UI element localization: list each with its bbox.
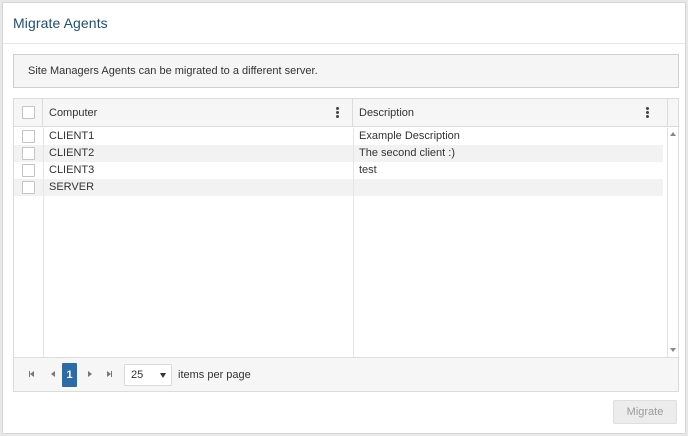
column-header-computer-label: Computer xyxy=(49,107,98,119)
row-checkbox[interactable] xyxy=(22,147,35,160)
migrate-button[interactable]: Migrate xyxy=(613,400,677,424)
page-number-current[interactable]: 1 xyxy=(62,363,77,387)
cell-description: Example Description xyxy=(359,130,460,142)
cell-computer: CLIENT1 xyxy=(49,130,95,142)
column-header-description[interactable]: Description xyxy=(353,99,667,127)
column-divider xyxy=(353,128,354,357)
grid-header: Computer Description xyxy=(14,99,678,127)
page-size-value: 25 xyxy=(131,369,144,381)
pager: 1 25 items per page xyxy=(14,357,678,391)
column-divider xyxy=(43,128,44,357)
scroll-up-icon[interactable] xyxy=(670,132,676,136)
dialog-title: Migrate Agents xyxy=(13,15,108,31)
row-checkbox[interactable] xyxy=(22,164,35,177)
cell-description xyxy=(359,179,659,196)
previous-page-icon[interactable] xyxy=(47,368,61,382)
cell-description: The second client :) xyxy=(359,147,455,159)
agents-grid: Computer Description CLIENT1 Example Des… xyxy=(13,98,679,392)
scroll-down-icon[interactable] xyxy=(670,348,676,352)
header-scroll-spacer xyxy=(667,99,678,127)
first-page-icon[interactable] xyxy=(26,368,40,382)
vertical-scrollbar[interactable] xyxy=(667,128,678,357)
migrate-agents-dialog: Migrate Agents Site Managers Agents can … xyxy=(2,2,686,434)
table-row[interactable]: CLIENT1 Example Description xyxy=(14,128,663,145)
column-header-description-label: Description xyxy=(359,107,415,119)
info-message: Site Managers Agents can be migrated to … xyxy=(13,54,679,88)
cell-computer: CLIENT2 xyxy=(49,147,95,159)
row-checkbox[interactable] xyxy=(22,181,35,194)
table-row[interactable]: SERVER xyxy=(14,179,663,196)
computer-column-menu-icon[interactable] xyxy=(332,107,342,119)
select-all-checkbox[interactable] xyxy=(22,106,35,119)
next-page-icon[interactable] xyxy=(83,368,97,382)
last-page-icon[interactable] xyxy=(103,368,117,382)
table-row[interactable]: CLIENT3 test xyxy=(14,162,663,179)
description-column-menu-icon[interactable] xyxy=(642,107,652,119)
chevron-down-icon xyxy=(160,373,166,378)
header-select-cell xyxy=(14,99,43,127)
row-checkbox[interactable] xyxy=(22,130,35,143)
cell-computer: SERVER xyxy=(49,181,95,193)
table-row[interactable]: CLIENT2 The second client :) xyxy=(14,145,663,162)
page-size-select[interactable]: 25 xyxy=(124,364,172,386)
title-divider xyxy=(3,43,685,44)
grid-body: CLIENT1 Example Description CLIENT2 The … xyxy=(14,128,667,357)
column-header-computer[interactable]: Computer xyxy=(43,99,353,127)
items-per-page-label: items per page xyxy=(178,369,251,381)
cell-computer: CLIENT3 xyxy=(49,164,95,176)
cell-description: test xyxy=(359,164,377,176)
